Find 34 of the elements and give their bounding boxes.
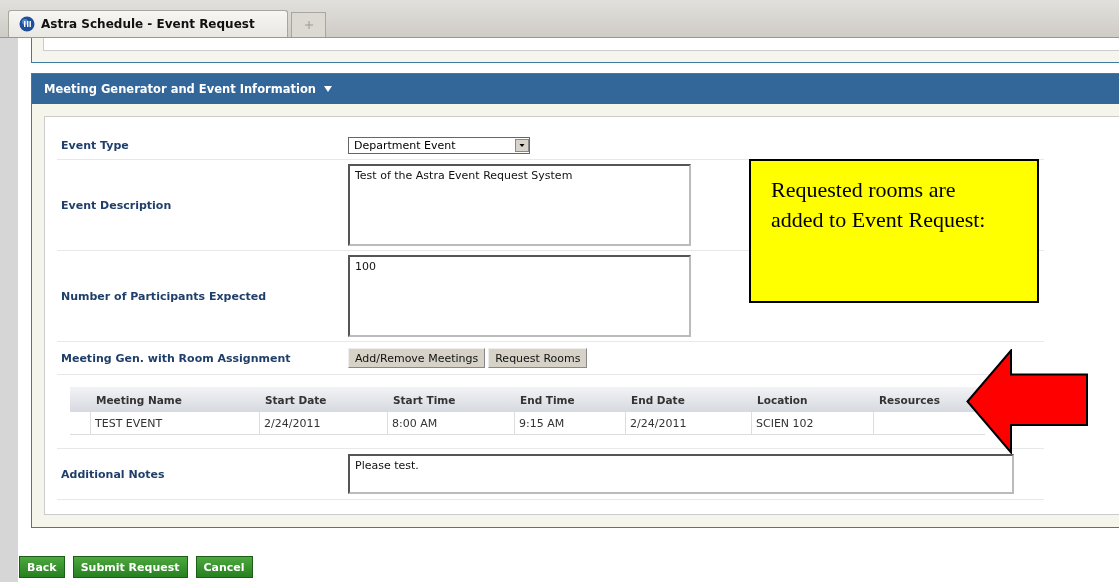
browser-tab[interactable]: Astra Schedule - Event Request xyxy=(8,10,288,37)
table-cell: TEST EVENT xyxy=(95,416,163,430)
action-button[interactable]: Cancel xyxy=(195,556,253,578)
callout-note: Requested rooms are added to Event Request: xyxy=(749,159,1039,303)
field-label: Additional Notes xyxy=(61,467,166,481)
notes-text-area[interactable]: Please test. xyxy=(348,454,1014,494)
table-cell: SCIEN 102 xyxy=(756,416,814,430)
column-header: Resources xyxy=(878,393,941,406)
event-type-dropdown[interactable]: Department Event xyxy=(348,136,530,154)
field-label: Event Description xyxy=(61,198,173,212)
text-area[interactable]: Test of the Astra Event Request System xyxy=(348,164,691,246)
table-cell: 9:15 AM xyxy=(519,416,565,430)
action-button[interactable]: Submit Request xyxy=(72,556,188,578)
text-area[interactable]: 100 xyxy=(348,255,691,337)
table-cell: 2/24/2011 xyxy=(264,416,321,430)
column-header: End Time xyxy=(519,393,576,406)
plus-icon xyxy=(304,21,313,29)
column-header: Location xyxy=(756,393,809,406)
field-label: Event Type xyxy=(61,138,130,152)
column-header: Meeting Name xyxy=(95,393,183,406)
field-label: Number of Participants Expected xyxy=(61,289,267,303)
panel-header[interactable]: Meeting Generator and Event Information xyxy=(32,74,1119,104)
form-button[interactable]: Add/Remove Meetings xyxy=(348,348,486,368)
form-button[interactable]: Request Rooms xyxy=(488,348,588,368)
table-cell: 2/24/2011 xyxy=(630,416,687,430)
column-header: Start Date xyxy=(264,393,328,406)
column-header: End Date xyxy=(630,393,686,406)
table-cell: 8:00 AM xyxy=(392,416,438,430)
field-label: Meeting Gen. with Room Assignment xyxy=(61,351,292,365)
arrow-icon xyxy=(966,349,1089,454)
action-button[interactable]: Back xyxy=(19,556,65,578)
globe-logo-icon xyxy=(19,16,35,32)
column-header: Start Time xyxy=(392,393,457,406)
new-tab-button[interactable] xyxy=(291,12,326,37)
